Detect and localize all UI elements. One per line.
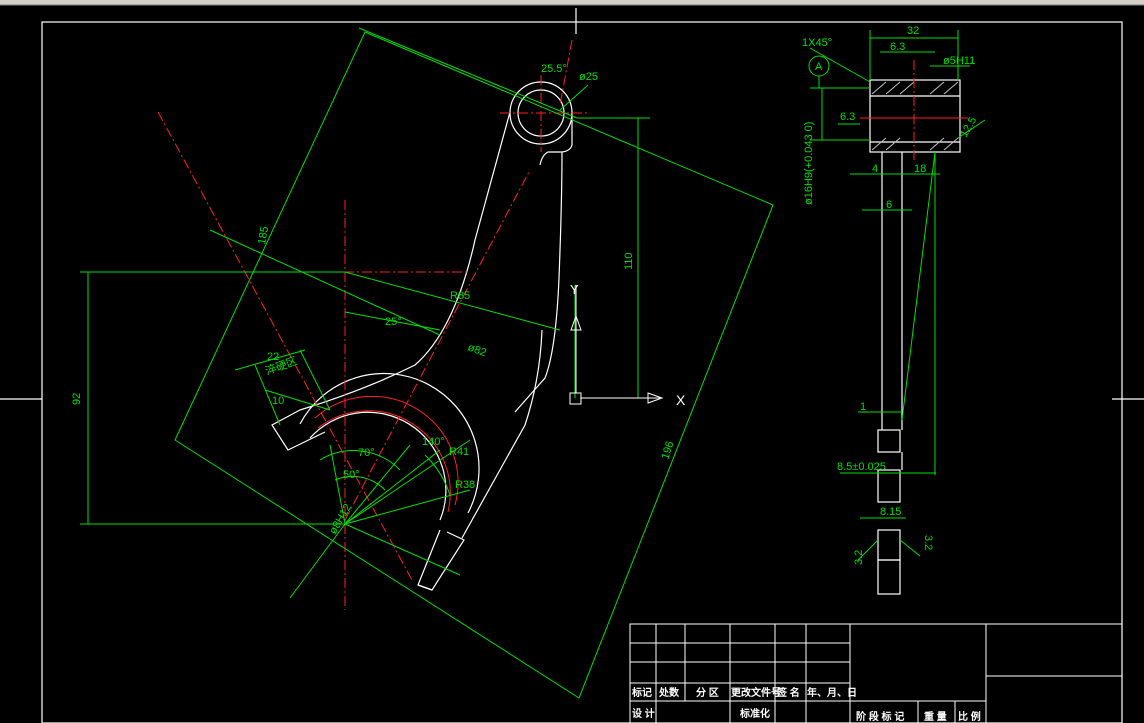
tb-header-change-doc: 更改文件号: [731, 686, 781, 699]
front-view: 25.5° ø25 110 185 R85 25° ø82 22 淬硬区 10 …: [71, 27, 774, 699]
dimension-lines: [80, 27, 774, 699]
label-rough-left: 6.3: [840, 111, 855, 123]
side-view: 32 1X45° A 6.3 ø5H11 6.3 12.5 ø16H9(+0.0…: [802, 25, 986, 595]
label-len-185: 185: [256, 225, 271, 245]
label-len-92: 92: [71, 393, 83, 405]
tb-scale: 比 例: [958, 710, 981, 723]
title-block: 标记 处数 分 区 更改文件号 签 名 年、月、日 设 计 标准化 阶 段 标 …: [629, 623, 1123, 723]
cad-drawing-canvas[interactable]: 25.5° ø25 110 185 R85 25° ø82 22 淬硬区 10 …: [0, 0, 1144, 723]
tb-weight: 重 量: [924, 710, 947, 723]
label-hole-top: ø5H11: [943, 55, 975, 67]
label-d18: 18: [914, 163, 926, 175]
label-rough-right: 12.5: [958, 115, 979, 140]
label-chamfer: 1X45°: [802, 37, 832, 49]
label-w10: 10: [272, 395, 284, 407]
label-angle-70: 70°: [358, 447, 375, 459]
label-hole-dia: ø25: [579, 71, 598, 83]
tb-design-label: 设 计: [632, 707, 655, 720]
label-slot: 8.15: [880, 506, 901, 518]
side-centerlines: [860, 60, 968, 160]
label-angle-top: 25.5°: [541, 63, 567, 75]
label-bore: ø16H9(+0.043 0): [803, 122, 815, 205]
label-r41: R41: [449, 446, 469, 458]
label-d85: 8.5±0.025: [837, 461, 886, 473]
tb-header-date: 年、月、日: [807, 686, 857, 699]
tb-standard-label: 标准化: [739, 707, 770, 720]
tb-stage-mark: 阶 段 标 记: [856, 710, 904, 723]
tb-header-count: 处数: [658, 686, 680, 699]
label-angle-50: 50°: [343, 469, 360, 481]
label-rough-top: 6.3: [890, 41, 905, 53]
part-outline: [271, 81, 573, 591]
axis-y-label: Y: [570, 282, 579, 297]
tb-header-mark: 标记: [631, 686, 652, 699]
label-dia-82: ø82: [466, 342, 488, 360]
label-r85: R85: [450, 290, 470, 302]
label-d4: 4: [872, 163, 878, 175]
label-w32: 32: [907, 25, 919, 37]
label-datum: A: [815, 61, 823, 73]
side-hatch: [871, 81, 959, 151]
label-angle-25: 25°: [385, 316, 402, 328]
window-top-strip: [0, 0, 1144, 5]
axis-x-label: X: [676, 392, 686, 408]
tb-header-sign: 签 名: [776, 686, 800, 699]
side-dimensions: [808, 30, 986, 561]
label-rough-bl: 3.2: [853, 550, 865, 565]
label-angle-140: 140°: [422, 436, 445, 448]
label-d6: 6: [886, 199, 892, 211]
coordinate-axes: [569, 285, 664, 405]
label-d1: 1: [860, 401, 866, 413]
label-rough-br: 3.2: [922, 535, 934, 550]
tb-header-zone: 分 区: [696, 686, 719, 699]
label-r38: R38: [455, 479, 475, 491]
label-center-dia: ø8H12: [327, 502, 354, 537]
label-len-110: 110: [623, 252, 635, 270]
